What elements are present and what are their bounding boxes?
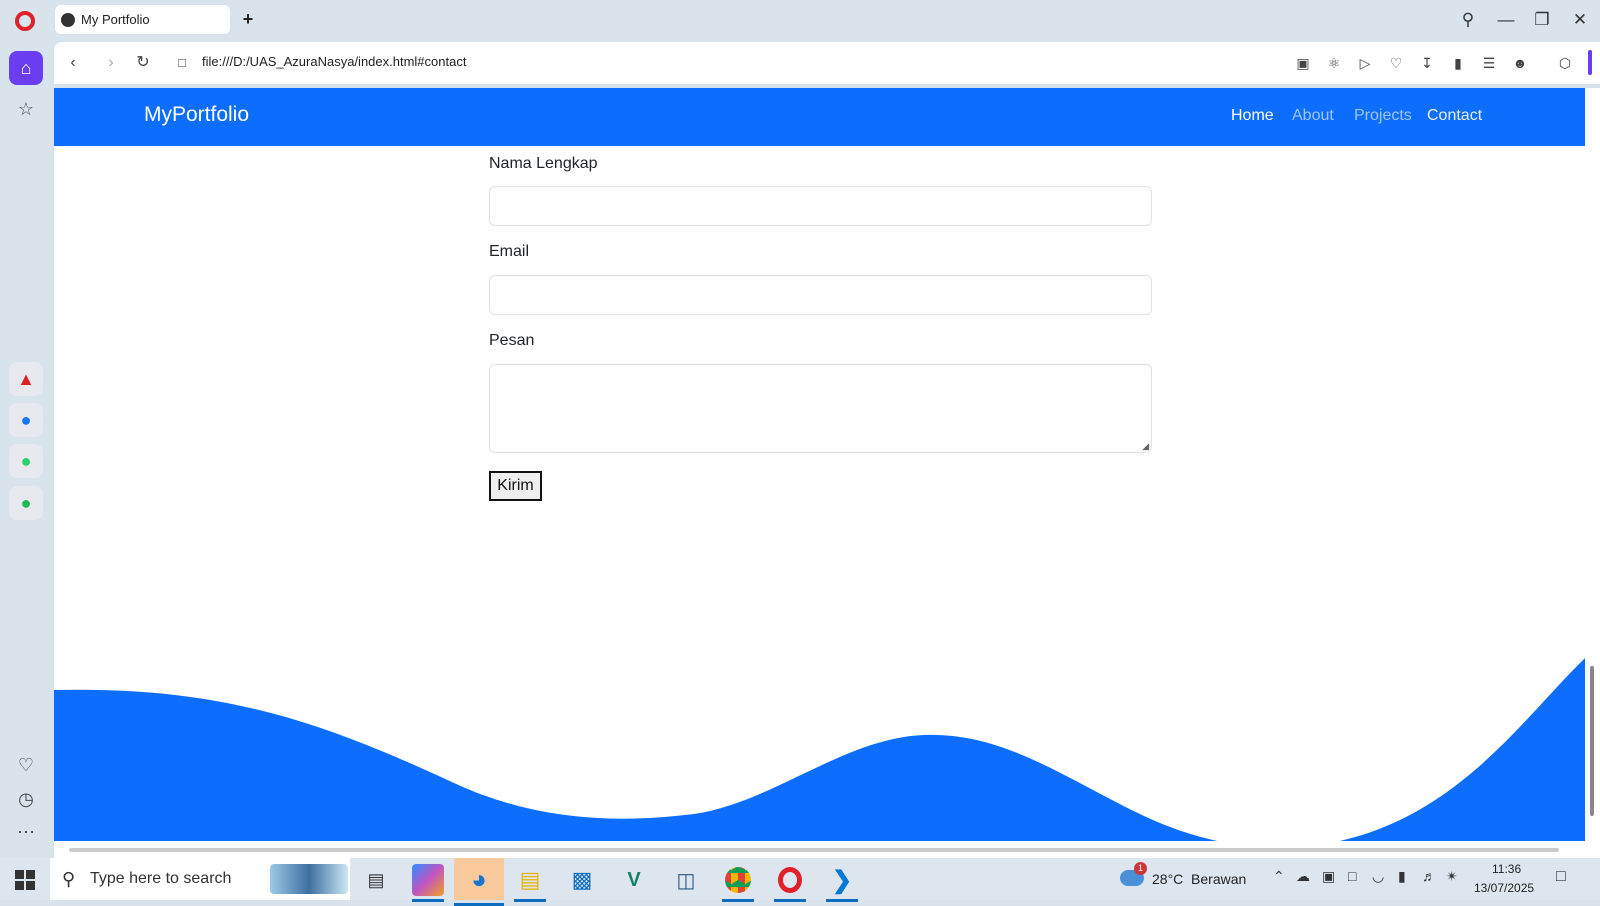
site-brand[interactable]: MyPortfolio [144, 103, 249, 127]
browser-tab[interactable]: My Portfolio [55, 5, 230, 34]
search-highlight-image [270, 864, 348, 894]
tray-app-icon[interactable]: ▣ [1322, 868, 1335, 885]
heart-outline-icon[interactable]: ♡ [1385, 52, 1407, 74]
windows-start-icon[interactable] [15, 870, 35, 890]
vscode-icon[interactable]: ❯ [826, 864, 858, 902]
notification-badge: 1 [1134, 862, 1147, 875]
notification-center-icon[interactable]: □ [1556, 868, 1566, 886]
message-textarea[interactable]: ◢ [489, 364, 1152, 453]
clock-time[interactable]: 11:36 [1492, 862, 1521, 876]
page-viewport: MyPortfolio Home About Projects Contact … [54, 88, 1585, 841]
cube-icon[interactable]: ⬡ [1554, 52, 1576, 74]
camera-icon[interactable]: ▣ [1292, 52, 1314, 74]
wave-decoration [54, 658, 1585, 841]
spotify-icon[interactable]: ● [9, 486, 43, 520]
task-view-icon[interactable]: ▤ [360, 864, 392, 896]
email-input[interactable] [489, 275, 1152, 315]
site-navbar: MyPortfolio Home About Projects Contact [54, 88, 1585, 146]
email-label: Email [489, 243, 530, 260]
history-icon[interactable]: ◷ [9, 782, 43, 816]
restore-button[interactable]: ❐ [1530, 8, 1554, 32]
forward-icon[interactable]: › [100, 52, 122, 74]
sidebar-toggle-indicator[interactable] [1588, 50, 1592, 75]
profile-icon[interactable]: ☻ [1509, 52, 1531, 74]
chrome-icon[interactable] [722, 864, 754, 902]
copilot-icon[interactable] [412, 864, 444, 902]
vscode-insiders-icon[interactable]: V [618, 864, 650, 896]
battery-saver-icon[interactable]: ▮ [1447, 52, 1469, 74]
search-placeholder: Type here to search [90, 870, 232, 887]
easy-setup-icon[interactable]: ☰ [1478, 52, 1500, 74]
microsoft-store-icon[interactable]: ▩ [566, 864, 598, 896]
url-field[interactable]: file:///D:/UAS_AzuraNasya/index.html#con… [202, 54, 466, 69]
bluetooth-icon[interactable]: ✴ [1446, 868, 1458, 885]
horizontal-scrollbar[interactable] [54, 841, 1600, 858]
nav-about[interactable]: About [1292, 107, 1334, 125]
aria-icon[interactable]: ▲ [9, 362, 43, 396]
heart-icon[interactable]: ♡ [9, 748, 43, 782]
back-icon[interactable]: ‹ [62, 52, 84, 74]
translate-icon[interactable]: ⚛ [1323, 52, 1345, 74]
volume-icon[interactable]: ♬ [1422, 868, 1436, 884]
nav-projects[interactable]: Projects [1354, 107, 1412, 125]
weather-text[interactable]: 28°C Berawan [1152, 871, 1246, 887]
vertical-scroll-thumb[interactable] [1590, 666, 1594, 816]
submit-button[interactable]: Kirim [489, 471, 542, 501]
home-icon[interactable]: ⌂ [9, 51, 43, 85]
file-explorer-icon[interactable]: ▤ [514, 864, 546, 902]
edge-icon[interactable]: ◕ [454, 858, 504, 906]
horizontal-scroll-thumb[interactable] [69, 848, 1559, 852]
tray-meet-icon[interactable]: □ [1348, 868, 1356, 884]
resize-handle-icon[interactable]: ◢ [1142, 441, 1149, 452]
download-icon[interactable]: ↧ [1416, 52, 1438, 74]
tab-title: My Portfolio [81, 12, 150, 27]
close-button[interactable]: ✕ [1568, 8, 1592, 32]
reload-icon[interactable]: ↻ [132, 52, 154, 74]
opera-icon[interactable] [774, 864, 806, 902]
opera-logo-icon[interactable] [15, 11, 35, 31]
more-icon[interactable]: ⋯ [9, 815, 43, 849]
name-label: Nama Lengkap [489, 155, 598, 172]
wifi-icon[interactable]: ◡ [1372, 868, 1384, 885]
file-icon: □ [178, 55, 186, 70]
taskbar-search[interactable]: ⚲ Type here to search [50, 858, 350, 900]
new-tab-button[interactable]: + [238, 9, 258, 29]
onedrive-icon[interactable]: ☁ [1296, 868, 1310, 885]
play-icon[interactable]: ▷ [1354, 52, 1376, 74]
message-label: Pesan [489, 332, 535, 349]
remote-desktop-icon[interactable]: ◫ [670, 864, 702, 896]
tray-chevron-icon[interactable]: ⌃ [1273, 868, 1285, 885]
nav-home[interactable]: Home [1231, 107, 1274, 125]
search-icon: ⚲ [62, 868, 76, 889]
minimize-button[interactable]: — [1494, 8, 1518, 32]
clock-date[interactable]: 13/07/2025 [1474, 881, 1534, 895]
nav-contact[interactable]: Contact [1427, 107, 1482, 125]
battery-icon[interactable]: ▮ [1398, 868, 1406, 885]
star-icon[interactable]: ☆ [9, 92, 43, 126]
globe-icon [61, 12, 75, 27]
name-input[interactable] [489, 186, 1152, 226]
whatsapp-icon[interactable]: ● [9, 444, 43, 478]
search-tabs-icon[interactable]: ⚲ [1456, 8, 1480, 32]
messenger-icon[interactable]: ● [9, 403, 43, 437]
vertical-scrollbar[interactable] [1585, 88, 1600, 841]
